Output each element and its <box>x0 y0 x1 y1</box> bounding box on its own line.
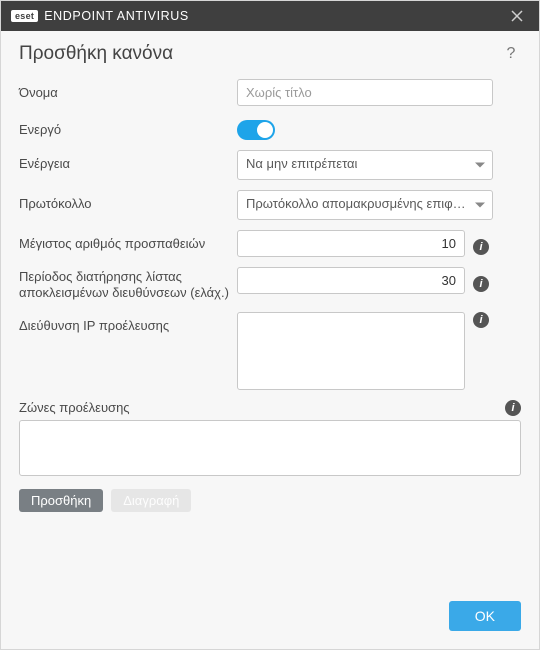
row-source-ip: Διεύθυνση IP προέλευσης i <box>19 312 521 390</box>
name-input[interactable] <box>237 79 493 106</box>
protocol-select[interactable]: Πρωτόκολλο απομακρυσμένης επιφ… <box>237 190 493 220</box>
label-protocol: Πρωτόκολλο <box>19 190 237 212</box>
dialog-window: eset ENDPOINT ANTIVIRUS Προσθήκη κανόνα … <box>0 0 540 650</box>
row-action: Ενέργεια Να μην επιτρέπεται <box>19 150 521 180</box>
action-select[interactable]: Να μην επιτρέπεται <box>237 150 493 180</box>
titlebar: eset ENDPOINT ANTIVIRUS <box>1 1 539 31</box>
heading-row: Προσθήκη κανόνα ? <box>19 43 521 65</box>
toggle-knob <box>257 122 273 138</box>
label-max-attempts: Μέγιστος αριθμός προσπαθειών <box>19 230 237 252</box>
dialog-heading: Προσθήκη κανόνα <box>19 43 501 65</box>
info-icon[interactable]: i <box>473 312 489 328</box>
help-button[interactable]: ? <box>501 45 521 63</box>
dialog-footer: OK <box>1 589 539 649</box>
label-source-ip: Διεύθυνση IP προέλευσης <box>19 312 237 334</box>
label-block-retain: Περίοδος διατήρησης λίστας αποκλεισμένων… <box>19 267 237 302</box>
block-retain-input[interactable] <box>237 267 465 294</box>
info-icon[interactable]: i <box>473 239 489 255</box>
info-icon[interactable]: i <box>473 276 489 292</box>
source-zones-textarea[interactable] <box>19 420 521 476</box>
zones-buttons: Προσθήκη Διαγραφή <box>19 489 521 512</box>
info-icon[interactable]: i <box>505 400 521 416</box>
label-source-zones: Ζώνες προέλευσης <box>19 400 505 415</box>
delete-button: Διαγραφή <box>111 489 191 512</box>
ok-button[interactable]: OK <box>449 601 521 631</box>
brand-badge: eset <box>11 10 38 22</box>
product-name: ENDPOINT ANTIVIRUS <box>44 9 189 23</box>
enabled-toggle[interactable] <box>237 120 275 140</box>
row-protocol: Πρωτόκολλο Πρωτόκολλο απομακρυσμένης επι… <box>19 190 521 220</box>
add-button[interactable]: Προσθήκη <box>19 489 103 512</box>
dialog-content: Προσθήκη κανόνα ? Όνομα Ενεργό Ενέργεια … <box>1 31 539 589</box>
label-name: Όνομα <box>19 79 237 101</box>
max-attempts-input[interactable] <box>237 230 465 257</box>
source-ip-textarea[interactable] <box>237 312 465 390</box>
label-enabled: Ενεργό <box>19 116 237 138</box>
row-enabled: Ενεργό <box>19 116 521 140</box>
close-icon <box>511 10 523 22</box>
close-button[interactable] <box>503 2 531 30</box>
row-max-attempts: Μέγιστος αριθμός προσπαθειών i <box>19 230 521 257</box>
row-name: Όνομα <box>19 79 521 106</box>
row-block-retain: Περίοδος διατήρησης λίστας αποκλεισμένων… <box>19 267 521 302</box>
row-source-zones-header: Ζώνες προέλευσης i <box>19 400 521 416</box>
label-action: Ενέργεια <box>19 150 237 172</box>
